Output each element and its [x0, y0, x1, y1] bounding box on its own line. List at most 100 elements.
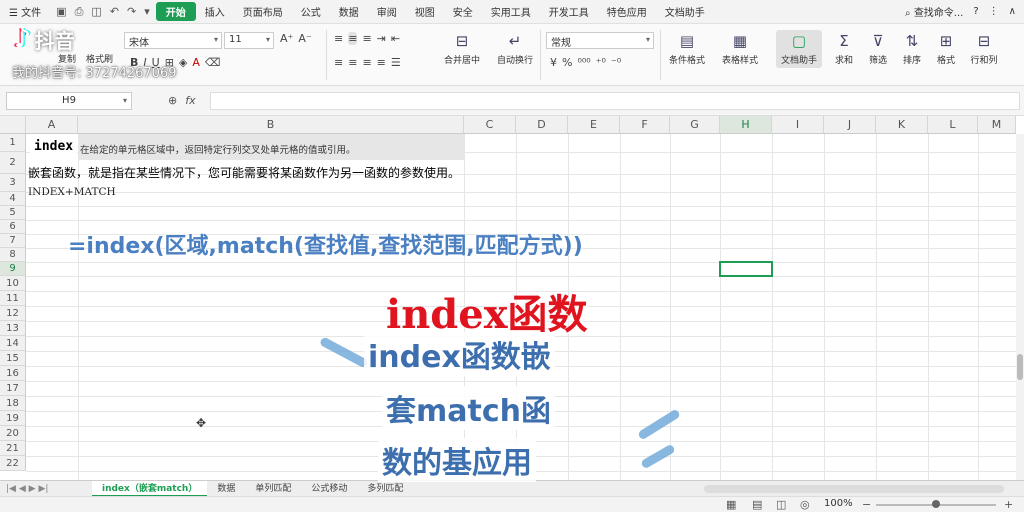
row-header-4[interactable]: 4 — [0, 192, 26, 206]
save-icon[interactable]: ▣ — [56, 5, 66, 19]
indent-icon[interactable]: ⇥ — [377, 32, 386, 45]
fill-color-icon[interactable]: ◈ — [179, 56, 187, 69]
preview-icon[interactable]: ◫ — [91, 5, 101, 19]
number-format-select[interactable]: 常规 ▾ — [546, 32, 654, 49]
row-header-20[interactable]: 20 — [0, 426, 26, 441]
next-sheet-icon[interactable]: ▶ — [29, 484, 36, 494]
prev-sheet-icon[interactable]: ◀ — [19, 484, 26, 494]
col-header-C[interactable]: C — [464, 116, 516, 134]
row-header-5[interactable]: 5 — [0, 206, 26, 220]
zoom-level[interactable]: 100% — [824, 498, 853, 509]
sheet-tab-1[interactable]: 数据 — [207, 481, 245, 497]
row-header-13[interactable]: 13 — [0, 321, 26, 336]
sheet-tab-0[interactable]: index（嵌套match） — [92, 480, 208, 497]
ribbon-tab-5[interactable]: 审阅 — [368, 4, 406, 19]
ribbon-tab-3[interactable]: 公式 — [292, 4, 330, 19]
zoom-slider-thumb[interactable] — [932, 500, 940, 508]
align-top-icon[interactable]: ≡ — [334, 32, 343, 45]
vertical-scrollbar[interactable] — [1016, 134, 1024, 480]
row-header-19[interactable]: 19 — [0, 411, 26, 426]
zoom-icon[interactable]: ⊕ — [168, 94, 177, 107]
row-header-16[interactable]: 16 — [0, 366, 26, 381]
doc-helper-button[interactable]: ▢ 文档助手 — [776, 30, 822, 68]
sheet-tab-4[interactable]: 多列匹配 — [357, 481, 413, 497]
more-icon[interactable]: ▾ — [144, 5, 150, 19]
ribbon-tab-2[interactable]: 页面布局 — [234, 4, 292, 19]
format-button[interactable]: ⊞ 格式 — [932, 32, 960, 66]
sheet-tab-3[interactable]: 公式移动 — [301, 481, 357, 497]
cell-a2[interactable]: 嵌套函数，就是指在某些情况下，您可能需要将某函数作为另一函数的参数使用。 — [28, 164, 460, 181]
row-header-18[interactable]: 18 — [0, 396, 26, 411]
col-header-I[interactable]: I — [772, 116, 824, 134]
ribbon-tab-9[interactable]: 开发工具 — [540, 4, 598, 19]
print-icon[interactable]: ⎙ — [75, 5, 84, 19]
first-sheet-icon[interactable]: |◀ — [6, 484, 16, 494]
col-header-B[interactable]: B — [78, 116, 464, 134]
font-name-select[interactable]: 宋体 ▾ — [124, 32, 222, 49]
row-header-15[interactable]: 15 — [0, 351, 26, 366]
font-grow-icon[interactable]: A⁺ — [280, 32, 293, 45]
selected-cell-h9[interactable] — [719, 261, 773, 277]
row-header-9[interactable]: 9 — [0, 262, 26, 276]
row-header-3[interactable]: 3 — [0, 174, 26, 192]
row-col-button[interactable]: ⊟ 行和列 — [966, 32, 1002, 66]
undo-icon[interactable]: ↶ — [110, 5, 119, 19]
row-header-17[interactable]: 17 — [0, 381, 26, 396]
row-header-11[interactable]: 11 — [0, 291, 26, 306]
col-header-J[interactable]: J — [824, 116, 876, 134]
sum-button[interactable]: Σ 求和 — [830, 32, 858, 66]
currency-icon[interactable]: ¥ — [550, 56, 557, 69]
zoom-in-icon[interactable]: + — [1004, 498, 1013, 511]
zoom-out-icon[interactable]: − — [862, 498, 871, 511]
auto-wrap-button[interactable]: ↵ 自动换行 — [494, 32, 536, 66]
percent-icon[interactable]: % — [562, 56, 572, 69]
col-header-H[interactable]: H — [720, 116, 772, 134]
ribbon-tab-1[interactable]: 插入 — [196, 4, 234, 19]
sort-button[interactable]: ⇅ 排序 — [898, 32, 926, 66]
horizontal-scrollbar[interactable] — [704, 484, 1004, 493]
align-middle-icon[interactable]: ≡ — [348, 32, 358, 45]
sheet-tab-2[interactable]: 单列匹配 — [245, 481, 301, 497]
col-header-F[interactable]: F — [620, 116, 670, 134]
justify-icon[interactable]: ≡ — [377, 56, 386, 69]
row-header-22[interactable]: 22 — [0, 456, 26, 471]
cell-a3[interactable]: INDEX+MATCH — [28, 186, 116, 198]
row-header-12[interactable]: 12 — [0, 306, 26, 321]
reading-mode-icon[interactable]: ◎ — [800, 498, 810, 511]
distribute-icon[interactable]: ☰ — [391, 56, 401, 69]
increase-decimal-icon[interactable]: ⁺⁰ — [596, 56, 606, 69]
thousands-icon[interactable]: ⁰⁰⁰ — [577, 56, 590, 69]
font-size-select[interactable]: 11 ▾ — [224, 32, 274, 49]
ribbon-tab-7[interactable]: 安全 — [444, 4, 482, 19]
col-header-L[interactable]: L — [928, 116, 978, 134]
ribbon-tab-11[interactable]: 文档助手 — [656, 4, 714, 19]
help-icon[interactable]: ? — [973, 6, 978, 17]
align-right-icon[interactable]: ≡ — [362, 56, 371, 69]
clear-icon[interactable]: ⌫ — [205, 56, 221, 69]
ribbon-tab-6[interactable]: 视图 — [406, 4, 444, 19]
font-shrink-icon[interactable]: A⁻ — [298, 32, 311, 45]
row-header-14[interactable]: 14 — [0, 336, 26, 351]
redo-icon[interactable]: ↷ — [127, 5, 136, 19]
row-header-7[interactable]: 7 — [0, 234, 26, 248]
merge-center-button[interactable]: ⊟ 合并居中 — [440, 32, 484, 66]
ribbon-tab-10[interactable]: 特色应用 — [598, 4, 656, 19]
select-all-corner[interactable] — [0, 116, 26, 134]
row-header-1[interactable]: 1 — [0, 134, 26, 152]
collapse-icon[interactable]: ∧ — [1009, 6, 1016, 17]
cell-b1[interactable]: 在给定的单元格区域中，返回特定行列交叉处单元格的值或引用。 — [80, 142, 356, 156]
page-layout-icon[interactable]: ▤ — [752, 498, 762, 511]
decrease-decimal-icon[interactable]: ⁻⁰ — [611, 56, 621, 69]
file-menu[interactable]: ☰ 文件 — [0, 4, 50, 19]
table-style-button[interactable]: ▦ 表格样式 — [716, 32, 764, 66]
conditional-format-button[interactable]: ▤ 条件格式 — [664, 32, 710, 66]
col-header-D[interactable]: D — [516, 116, 568, 134]
last-sheet-icon[interactable]: ▶| — [38, 484, 48, 494]
scrollbar-thumb[interactable] — [1017, 354, 1023, 380]
col-header-A[interactable]: A — [26, 116, 78, 134]
ribbon-tab-0[interactable]: 开始 — [155, 2, 196, 21]
align-left-icon[interactable]: ≡ — [334, 56, 343, 69]
row-header-6[interactable]: 6 — [0, 220, 26, 234]
page-break-icon[interactable]: ◫ — [776, 498, 786, 511]
row-header-21[interactable]: 21 — [0, 441, 26, 456]
